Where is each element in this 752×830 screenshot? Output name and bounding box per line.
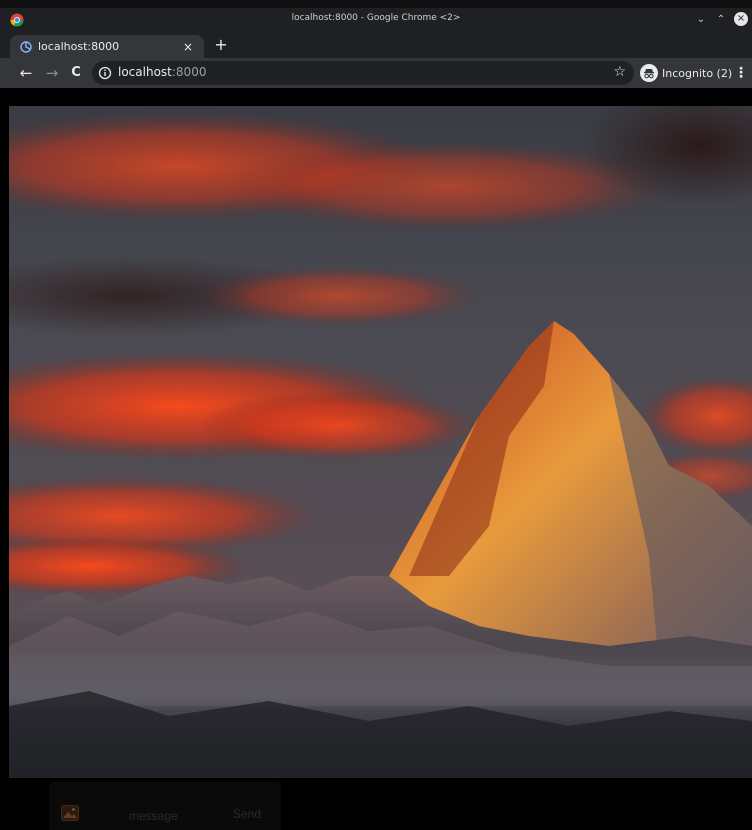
more-menu-button[interactable]: ⋮ (734, 63, 748, 83)
mountain-sunset-image (9, 106, 752, 778)
reload-button[interactable]: C (66, 63, 86, 83)
back-button[interactable]: ← (16, 63, 36, 83)
forward-button[interactable]: → (42, 63, 62, 83)
message-composer: Send (49, 782, 281, 830)
globe-favicon-icon (20, 40, 32, 53)
tab-label: localhost:8000 (38, 40, 120, 53)
page-viewport: Send (0, 88, 752, 830)
incognito-icon (640, 64, 658, 82)
browser-toolbar: ← → C localhost:8000 ☆ Incognito (2) ⋮ (0, 58, 752, 88)
tab-strip: localhost:8000 × + (0, 32, 752, 58)
url-port: :8000 (171, 65, 207, 79)
window-titlebar: localhost:8000 - Google Chrome <2> ⌄ ⌃ × (0, 8, 752, 32)
tab-close-button[interactable]: × (180, 39, 196, 55)
url-text[interactable]: localhost:8000 (118, 65, 206, 79)
tab-localhost[interactable]: localhost:8000 × (10, 35, 204, 58)
send-button[interactable]: Send (227, 804, 267, 824)
window-controls: ⌄ ⌃ × (694, 12, 748, 26)
url-host: localhost (118, 65, 172, 79)
minimize-button[interactable]: ⌄ (694, 12, 708, 26)
maximize-button[interactable]: ⌃ (714, 12, 728, 26)
address-bar[interactable]: localhost:8000 ☆ (92, 61, 634, 85)
message-input[interactable] (127, 806, 241, 826)
image-icon[interactable] (61, 805, 79, 821)
window-title: localhost:8000 - Google Chrome <2> (291, 13, 461, 23)
incognito-indicator[interactable]: Incognito (2) (638, 62, 738, 84)
bookmark-star-icon[interactable]: ☆ (613, 64, 626, 80)
incognito-label: Incognito (2) (662, 66, 733, 80)
close-window-button[interactable]: × (734, 12, 748, 26)
new-tab-button[interactable]: + (212, 36, 230, 54)
info-icon[interactable] (98, 66, 112, 80)
